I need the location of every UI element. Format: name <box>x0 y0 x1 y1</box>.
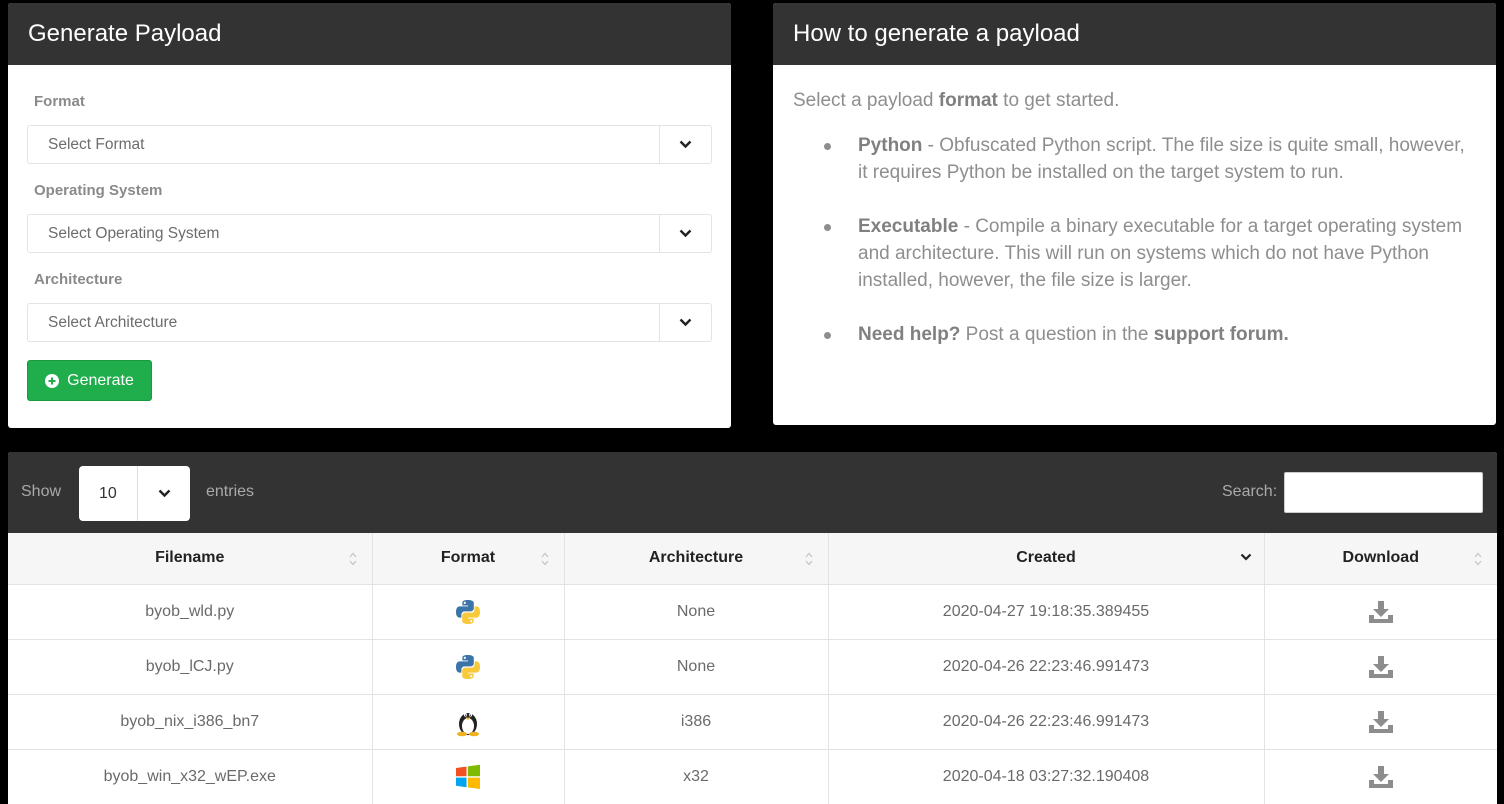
bullet <box>824 224 831 231</box>
windows-icon <box>456 764 480 789</box>
table-row: byob_win_x32_wEP.exe x32 2020-04-18 03:2… <box>8 749 1497 804</box>
entries-label: entries <box>206 483 255 500</box>
chevron-down-icon <box>679 229 692 238</box>
search-input[interactable] <box>1284 472 1483 513</box>
generate-panel-title: Generate Payload <box>8 3 731 65</box>
bullet <box>824 332 831 339</box>
architecture-select[interactable]: Select Architecture <box>27 303 712 342</box>
format-label: Format <box>34 93 85 110</box>
support-forum-link[interactable]: support forum. <box>1154 324 1289 345</box>
download-icon[interactable] <box>1368 710 1394 734</box>
filename-cell: byob_win_x32_wEP.exe <box>8 749 373 804</box>
created-cell: 2020-04-27 19:18:35.389455 <box>828 584 1265 640</box>
os-select-caret[interactable] <box>659 215 711 252</box>
how-to-list: Python - Obfuscated Python script. The f… <box>793 132 1476 348</box>
chevron-down-icon <box>679 318 692 327</box>
filename-cell: byob_lCJ.py <box>8 639 373 695</box>
page-length-caret[interactable] <box>137 466 190 521</box>
how-to-panel: How to generate a payload Select a paylo… <box>773 3 1496 425</box>
os-label: Operating System <box>34 182 163 199</box>
column-header-architecture[interactable]: Architecture <box>564 533 829 585</box>
table-row: byob_wld.py None 2020-04-27 19:18:35.389… <box>8 584 1497 640</box>
column-header-filename[interactable]: Filename <box>8 533 373 585</box>
column-header-created[interactable]: Created <box>828 533 1265 585</box>
python-icon <box>456 654 480 679</box>
show-label: Show <box>21 483 62 500</box>
generate-button[interactable]: Generate <box>27 360 152 401</box>
sort-both-icon <box>805 552 812 566</box>
filename-cell: byob_nix_i386_bn7 <box>8 694 373 750</box>
architecture-select-caret[interactable] <box>659 304 711 341</box>
linux-tux-icon <box>457 712 479 736</box>
download-cell[interactable] <box>1264 749 1497 804</box>
architecture-cell: None <box>564 584 829 640</box>
page-length-value: 10 <box>99 484 117 502</box>
format-select-value: Select Format <box>48 135 145 153</box>
search-label: Search: <box>1222 483 1278 500</box>
architecture-label: Architecture <box>34 271 123 288</box>
os-select[interactable]: Select Operating System <box>27 214 712 253</box>
download-cell[interactable] <box>1264 584 1497 640</box>
table-toolbar: Show 10 entries Search: <box>8 452 1497 533</box>
architecture-select-value: Select Architecture <box>48 313 178 331</box>
format-select-caret[interactable] <box>659 126 711 163</box>
format-cell <box>372 694 565 750</box>
python-icon <box>456 599 480 624</box>
format-select[interactable]: Select Format <box>27 125 712 164</box>
chevron-down-icon <box>679 140 692 149</box>
download-icon[interactable] <box>1368 655 1394 679</box>
format-cell <box>372 749 565 804</box>
created-cell: 2020-04-26 22:23:46.991473 <box>828 639 1265 695</box>
created-cell: 2020-04-18 03:27:32.190408 <box>828 749 1265 804</box>
column-header-format[interactable]: Format <box>372 533 565 585</box>
download-cell[interactable] <box>1264 694 1497 750</box>
payload-table: Filename Format Architecture Created Dow… <box>8 533 1497 804</box>
created-cell: 2020-04-26 22:23:46.991473 <box>828 694 1265 750</box>
architecture-cell: i386 <box>564 694 829 750</box>
filename-cell: byob_wld.py <box>8 584 373 640</box>
how-to-title: How to generate a payload <box>773 3 1496 65</box>
generate-payload-panel: Generate Payload Format Select Format Op… <box>8 3 731 428</box>
format-cell <box>372 584 565 640</box>
os-select-value: Select Operating System <box>48 224 220 242</box>
download-cell[interactable] <box>1264 639 1497 695</box>
sort-both-icon <box>1474 552 1482 566</box>
bullet <box>824 143 831 150</box>
chevron-down-icon <box>158 489 170 498</box>
how-to-item-executable: Executable - Compile a binary executable… <box>793 213 1476 294</box>
architecture-cell: None <box>564 639 829 695</box>
architecture-cell: x32 <box>564 749 829 804</box>
payload-table-panel: Show 10 entries Search: Filename Format <box>8 452 1497 804</box>
how-to-intro: Select a payload format to get started. <box>793 90 1120 111</box>
how-to-item-help: Need help? Post a question in the suppor… <box>793 321 1476 348</box>
table-row: byob_nix_i386_bn7 i386 2020-04-26 22:23:… <box>8 694 1497 750</box>
plus-circle-icon <box>45 373 60 388</box>
sort-descending-icon <box>1240 553 1251 561</box>
how-to-item-python: Python - Obfuscated Python script. The f… <box>793 132 1476 186</box>
page-length-select[interactable]: 10 <box>79 466 190 521</box>
table-row: byob_lCJ.py None 2020-04-26 22:23:46.991… <box>8 639 1497 695</box>
download-icon[interactable] <box>1368 600 1394 624</box>
generate-button-label: Generate <box>67 371 134 389</box>
sort-both-icon <box>541 552 548 566</box>
format-cell <box>372 639 565 695</box>
column-header-download[interactable]: Download <box>1264 533 1497 585</box>
download-icon[interactable] <box>1368 765 1394 789</box>
sort-both-icon <box>349 552 356 566</box>
